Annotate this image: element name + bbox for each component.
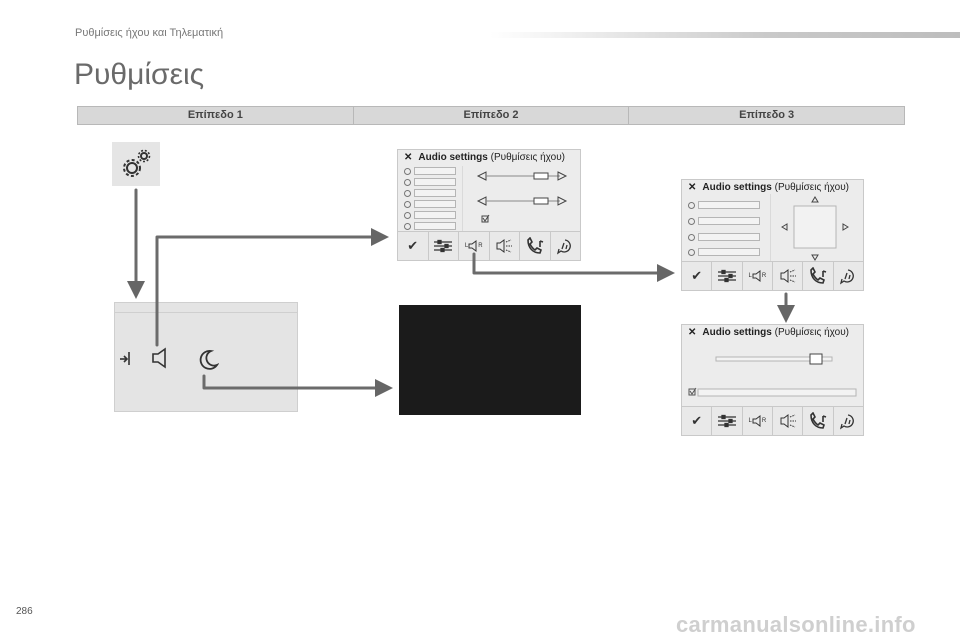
speaker-icon	[752, 415, 761, 427]
speaker-icon	[468, 240, 477, 252]
option-icon[interactable]	[688, 202, 695, 209]
close-icon[interactable]: ✕	[404, 152, 412, 163]
surround-tab[interactable]	[773, 407, 804, 435]
level-3-label: Επίπεδο 3	[739, 109, 795, 121]
panel-title: ✕ Audio settings (Ρυθμίσεις ήχου)	[688, 327, 849, 338]
panel-title: ✕ Audio settings (Ρυθμίσεις ήχου)	[404, 152, 565, 163]
option-icon[interactable]	[404, 201, 411, 208]
audio-toolbar: ✔ L R	[682, 261, 863, 290]
gear-icon	[123, 149, 151, 177]
audio-settings-panel-balance: ✕ Audio settings (Ρυθμίσεις ήχου) ✔ L R	[681, 179, 864, 291]
option-field[interactable]	[414, 200, 456, 208]
balance-sliders[interactable]	[462, 166, 578, 232]
close-icon[interactable]: ✕	[688, 182, 696, 193]
option-field[interactable]	[414, 189, 456, 197]
page-number: 286	[16, 606, 33, 617]
page-title: Ρυθμίσεις	[74, 58, 205, 91]
levels-header: Επίπεδο 1 Επίπεδο 2 Επίπεδο 3	[77, 106, 905, 125]
equalizer-tab[interactable]	[429, 232, 459, 260]
level1-screen	[114, 302, 298, 412]
balance-tab[interactable]: L R	[459, 232, 490, 260]
watermark: carmanualsonline.info	[676, 612, 916, 637]
option-icon[interactable]	[404, 179, 411, 186]
voice-tab[interactable]	[834, 262, 863, 290]
surround-icon	[780, 269, 796, 283]
audio-toolbar: ✔ L R	[398, 231, 580, 260]
speaker-icon	[752, 270, 761, 282]
option-icon[interactable]	[404, 190, 411, 197]
phone-music-icon	[810, 412, 827, 429]
section-header: Ρυθμίσεις ήχου και Τηλεματική	[75, 27, 224, 39]
level-2-label: Επίπεδο 2	[354, 107, 630, 124]
divider	[115, 312, 297, 313]
phone-music-icon	[810, 267, 827, 284]
confirm-button[interactable]: ✔	[398, 232, 429, 260]
voice-icon	[557, 239, 572, 255]
surround-icon	[496, 239, 513, 253]
fader-balance-pad[interactable]	[770, 194, 862, 264]
speaker-icon[interactable]	[151, 347, 169, 369]
equalizer-icon	[434, 239, 453, 253]
option-icon[interactable]	[688, 249, 695, 256]
surround-tab[interactable]	[490, 232, 520, 260]
option-field[interactable]	[414, 222, 456, 230]
right-label: R	[761, 273, 767, 279]
voice-icon	[840, 414, 855, 430]
header-bar	[490, 32, 960, 38]
close-icon[interactable]: ✕	[688, 327, 696, 338]
option-field[interactable]	[414, 211, 456, 219]
balance-tab[interactable]: L R	[743, 407, 773, 435]
audio-settings-panel-level2: ✕ Audio settings (Ρυθμίσεις ήχου) ✔ L R	[397, 149, 581, 261]
option-field[interactable]	[698, 201, 760, 209]
option-icon[interactable]	[404, 212, 411, 219]
option-icon[interactable]	[404, 168, 411, 175]
option-icon[interactable]	[688, 218, 695, 225]
surround-tab[interactable]	[773, 262, 804, 290]
voice-tab[interactable]	[834, 407, 863, 435]
voice-tab[interactable]	[551, 232, 581, 260]
voice-icon	[840, 269, 855, 285]
option-field[interactable]	[698, 217, 760, 225]
screen-off-display	[399, 305, 581, 415]
source-icon[interactable]	[117, 349, 133, 367]
confirm-button[interactable]: ✔	[682, 407, 713, 435]
option-field[interactable]	[414, 167, 456, 175]
option-field[interactable]	[698, 248, 760, 256]
phone-music-icon	[526, 237, 544, 254]
right-label: R	[478, 243, 483, 249]
option-icon[interactable]	[688, 234, 695, 241]
equalizer-icon	[717, 269, 736, 283]
settings-button[interactable]	[112, 142, 160, 186]
surround-icon	[780, 414, 796, 428]
moon-icon[interactable]	[197, 349, 219, 371]
option-icon[interactable]	[404, 223, 411, 230]
balance-tab[interactable]: L R	[743, 262, 773, 290]
level-1-label: Επίπεδο 1	[78, 107, 354, 124]
option-field[interactable]	[698, 233, 760, 241]
audio-settings-panel-slider: ✕ Audio settings (Ρυθμίσεις ήχου) ✔ L R	[681, 324, 864, 436]
equalizer-icon	[717, 414, 736, 428]
panel-title: ✕ Audio settings (Ρυθμίσεις ήχου)	[688, 182, 849, 193]
ringtone-tab[interactable]	[803, 407, 834, 435]
right-label: R	[761, 418, 767, 424]
equalizer-tab[interactable]	[712, 407, 743, 435]
ringtone-tab[interactable]	[520, 232, 551, 260]
confirm-button[interactable]: ✔	[682, 262, 713, 290]
ringtone-tab[interactable]	[803, 262, 834, 290]
equalizer-tab[interactable]	[712, 262, 743, 290]
level-slider[interactable]	[686, 347, 862, 403]
audio-toolbar: ✔ L R	[682, 406, 863, 435]
option-field[interactable]	[414, 178, 456, 186]
